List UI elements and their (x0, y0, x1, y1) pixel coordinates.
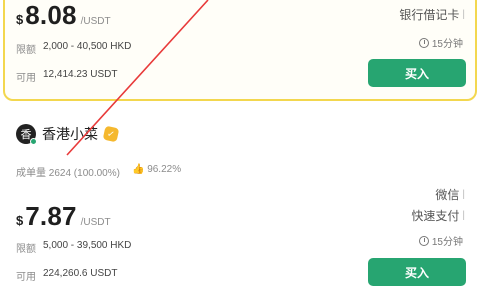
buy-button[interactable]: 买入 (368, 258, 466, 286)
orders-stat: 成单量 2624 (100.00%) (16, 164, 120, 179)
merchant-name[interactable]: 香港小菜 (42, 124, 98, 144)
clock-icon (418, 37, 429, 48)
price-value: 8.08 (25, 0, 77, 30)
rating-stat: 👍 96.22% (132, 164, 181, 179)
verified-merchant-icon: ✓ (102, 125, 120, 143)
offer-price: $ 8.08 /USDT (16, 0, 111, 31)
offer-price: $ 7.87 /USDT (16, 201, 111, 232)
time-limit: 15分钟 (418, 35, 463, 50)
limit-value: 2,000 - 40,500 HKD (43, 41, 132, 52)
clock-icon (418, 235, 429, 246)
currency-symbol: $ (16, 213, 24, 228)
orders-label: 成单量 (16, 168, 46, 179)
time-limit: 15分钟 (418, 233, 463, 248)
payment-method-label: 快速支付 (411, 209, 460, 223)
limit-label: 限额 (16, 244, 36, 255)
merchant-header[interactable]: 香 香港小菜 ✓ (16, 124, 120, 145)
price-unit: /USDT (80, 217, 111, 228)
time-limit-value: 15分钟 (431, 39, 463, 50)
offer-limit: 限额 5,000 - 39,500 HKD (16, 240, 131, 255)
avatar[interactable]: 香 (16, 124, 37, 145)
offer-available: 可用 224,260.6 USDT (16, 268, 118, 283)
rating-value: 96.22% (147, 164, 182, 175)
p2p-offer-list: $ 8.08 /USDT 银行借记卡 | 限额 2,000 - 40,500 H… (0, 0, 480, 300)
payment-method: 快速支付 | (411, 207, 465, 224)
time-limit-value: 15分钟 (431, 237, 463, 248)
available-label: 可用 (16, 272, 36, 283)
currency-symbol: $ (16, 12, 24, 27)
available-label: 可用 (16, 73, 36, 84)
limit-value: 5,000 - 39,500 HKD (43, 240, 132, 251)
payment-method-label: 银行借记卡 (399, 8, 460, 22)
payment-method: 微信 | (435, 186, 465, 203)
payment-divider: | (462, 189, 465, 200)
price-value: 7.87 (25, 201, 77, 231)
orders-value: 2624 (100.00%) (48, 168, 120, 179)
payment-divider: | (462, 9, 465, 20)
buy-button[interactable]: 买入 (368, 59, 466, 87)
offer-limit: 限额 2,000 - 40,500 HKD (16, 41, 131, 56)
limit-label: 限额 (16, 45, 36, 56)
payment-method-label: 微信 (435, 188, 460, 202)
available-value: 12,414.23 USDT (43, 69, 118, 80)
price-unit: /USDT (80, 16, 111, 27)
offer-available: 可用 12,414.23 USDT (16, 69, 118, 84)
online-status-dot (30, 138, 37, 145)
payment-divider: | (462, 210, 465, 221)
payment-method: 银行借记卡 | (399, 6, 465, 23)
merchant-stats: 成单量 2624 (100.00%) 👍 96.22% (16, 164, 181, 179)
available-value: 224,260.6 USDT (43, 268, 118, 279)
thumbs-up-icon: 👍 (131, 164, 145, 175)
